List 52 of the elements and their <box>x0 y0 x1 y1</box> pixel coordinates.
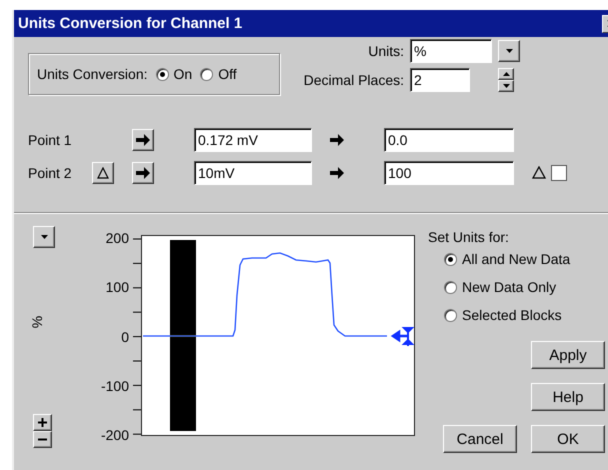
radio-button[interactable]: Selected Blocks <box>444 307 608 323</box>
window-title: Units Conversion for Channel 1 <box>18 15 242 32</box>
apply-point-button[interactable] <box>132 128 154 150</box>
radio-button[interactable]: Off <box>200 66 237 82</box>
spin-down-button[interactable] <box>498 80 514 92</box>
right-arrow-icon <box>136 166 150 180</box>
caret-icon <box>40 234 48 240</box>
decimal-places-field[interactable]: 2 <box>410 68 470 92</box>
section-label: Set Units for: <box>428 229 510 245</box>
dialog-button[interactable]: Help <box>531 383 605 411</box>
axis-tick-label: 100 <box>106 280 129 294</box>
apply-point-button[interactable] <box>132 162 154 184</box>
units-field[interactable]: % <box>410 39 492 63</box>
field-label: Decimal Places: <box>304 72 404 88</box>
dropdown-button[interactable] <box>498 40 520 62</box>
dialog-button[interactable]: Cancel <box>443 425 517 453</box>
radio-button[interactable]: All and New Data <box>444 251 608 267</box>
caret-icon <box>502 72 510 76</box>
input-field[interactable]: 0.0 <box>384 128 514 152</box>
zoom-in-button[interactable] <box>33 414 52 431</box>
caret-icon <box>502 84 510 88</box>
radio-button[interactable]: New Data Only <box>444 279 608 295</box>
input-field[interactable]: 100 <box>384 160 514 184</box>
point-label: Point 2 <box>28 164 73 180</box>
right-arrow-icon <box>330 132 344 146</box>
right-arrow-icon <box>330 166 344 180</box>
axis-tick-label: 0 <box>121 330 129 344</box>
offset-handle-icon[interactable] <box>392 326 414 347</box>
field-label: Units: <box>368 43 404 59</box>
caret-icon <box>504 48 514 54</box>
minus-icon <box>38 438 47 441</box>
zoom-out-button[interactable] <box>33 431 52 448</box>
input-field[interactable]: 0.172 mV <box>194 128 312 152</box>
axis-tick-label: -200 <box>100 428 129 442</box>
checkbox[interactable] <box>551 164 567 180</box>
radio-button[interactable]: On <box>156 66 192 82</box>
axis-tick-label: 200 <box>106 231 129 245</box>
triangle-icon <box>532 166 546 179</box>
axis-tick-label: -100 <box>100 378 129 393</box>
plus-icon <box>38 418 47 427</box>
zero-marker <box>170 335 196 337</box>
group-label: Units Conversion: <box>37 66 148 82</box>
dropdown-button[interactable] <box>33 226 55 248</box>
input-field[interactable]: 10mV <box>194 160 312 184</box>
point-label: Point 1 <box>28 132 73 148</box>
dialog-button[interactable]: Apply <box>531 341 605 369</box>
delta-button[interactable] <box>92 162 114 184</box>
spin-up-button[interactable] <box>498 68 514 80</box>
right-arrow-icon <box>136 132 150 146</box>
dialog-button[interactable]: OK <box>531 425 605 453</box>
triangle-icon <box>97 166 109 178</box>
axis-unit-label: % <box>29 316 46 328</box>
